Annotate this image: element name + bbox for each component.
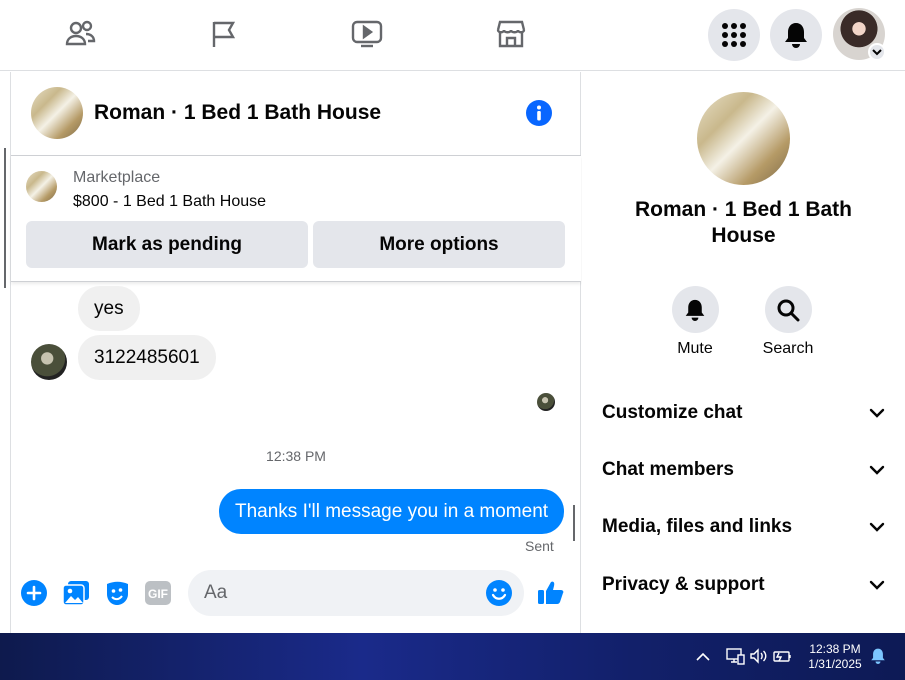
message-composer: GIF [11, 562, 581, 632]
section-label: Privacy & support [602, 574, 765, 595]
chevron-down-icon [869, 522, 885, 532]
more-options-button[interactable]: More options [313, 221, 565, 268]
message-input[interactable] [188, 570, 524, 616]
privacy-support-section[interactable]: Privacy & support [582, 560, 905, 610]
windows-taskbar: 12:38 PM 1/31/2025 [0, 633, 905, 680]
clock-time: 12:38 PM [809, 642, 861, 656]
message-bubble[interactable]: yes [78, 286, 140, 331]
listing-thumbnail[interactable] [26, 171, 57, 202]
chat-scrollbar[interactable] [573, 505, 575, 541]
chat-pane: Roman · 1 Bed 1 Bath House Marketplace $… [10, 72, 581, 633]
notification-center-icon[interactable] [867, 645, 889, 667]
section-label: Chat members [602, 459, 734, 480]
svg-text:GIF: GIF [148, 587, 168, 601]
flag-icon[interactable] [205, 16, 241, 52]
media-files-links-section[interactable]: Media, files and links [582, 502, 905, 552]
grid-icon [722, 23, 746, 47]
conversation-avatar[interactable] [697, 92, 790, 185]
mute-label: Mute [677, 340, 713, 357]
mute-button[interactable]: Mute [660, 286, 730, 358]
top-navigation [0, 0, 905, 71]
message-bubble[interactable]: 3122485601 [78, 335, 216, 380]
chevron-up-icon[interactable] [692, 645, 714, 667]
chat-title[interactable]: Roman · 1 Bed 1 Bath House [94, 101, 381, 125]
page-scrollbar[interactable] [4, 148, 6, 288]
chat-avatar[interactable] [31, 87, 83, 139]
section-label: Media, files and links [602, 516, 793, 537]
gif-icon[interactable]: GIF [144, 579, 172, 607]
chat-header: Roman · 1 Bed 1 Bath House [11, 72, 581, 156]
search-label: Search [762, 340, 814, 357]
chevron-down-icon[interactable] [868, 43, 886, 61]
message-status: Sent [525, 538, 554, 554]
marketplace-icon[interactable] [493, 16, 529, 52]
network-icon[interactable] [724, 645, 746, 667]
clock-date: 1/31/2025 [808, 657, 862, 671]
sticker-icon[interactable] [103, 579, 131, 607]
marketplace-listing-card: Marketplace $800 - 1 Bed 1 Bath House Ma… [11, 156, 581, 282]
message-timestamp: 12:38 PM [266, 448, 326, 464]
conversation-details-pane: Roman · 1 Bed 1 Bath House Mute Search C… [582, 72, 905, 633]
notifications-button[interactable] [770, 9, 822, 61]
mark-as-pending-button[interactable]: Mark as pending [26, 221, 308, 268]
search-icon[interactable] [764, 286, 812, 333]
search-button[interactable]: Search [753, 286, 823, 358]
volume-icon[interactable] [747, 645, 769, 667]
read-receipt-avatar [537, 393, 555, 411]
bell-icon [785, 23, 807, 48]
menu-grid-button[interactable] [708, 9, 760, 61]
chevron-down-icon [869, 580, 885, 590]
sender-avatar[interactable] [31, 344, 67, 380]
photo-icon[interactable] [62, 579, 90, 607]
marketplace-label: Marketplace [73, 169, 161, 186]
info-icon[interactable] [526, 100, 552, 126]
battery-icon[interactable] [772, 645, 794, 667]
chat-members-section[interactable]: Chat members [582, 445, 905, 495]
customize-chat-section[interactable]: Customize chat [582, 388, 905, 438]
bell-icon[interactable] [671, 286, 719, 333]
plus-icon[interactable] [20, 579, 48, 607]
chevron-down-icon [869, 465, 885, 475]
listing-price[interactable]: $800 - 1 Bed 1 Bath House [73, 193, 266, 211]
chevron-down-icon [869, 408, 885, 418]
system-clock[interactable]: 12:38 PM 1/31/2025 [798, 642, 872, 672]
friends-icon[interactable] [62, 16, 98, 52]
thumbs-up-icon[interactable] [537, 578, 565, 606]
emoji-icon[interactable] [485, 579, 513, 607]
outgoing-message-bubble[interactable]: Thanks I'll message you in a moment [219, 489, 565, 534]
section-label: Customize chat [602, 402, 743, 423]
video-icon[interactable] [349, 16, 385, 52]
conversation-title: Roman · 1 Bed 1 Bath House [634, 198, 853, 247]
